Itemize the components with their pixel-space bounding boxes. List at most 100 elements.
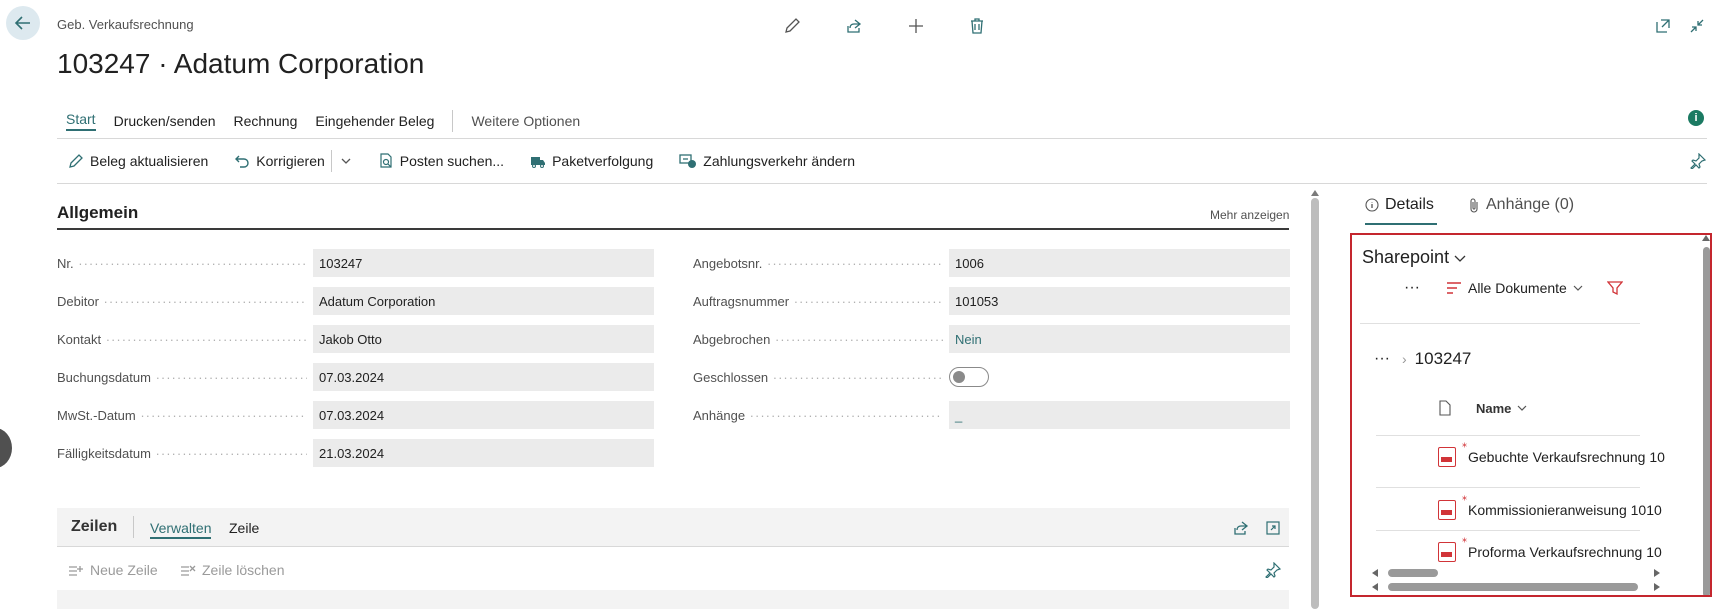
collapse-button[interactable]: [1685, 14, 1709, 38]
find-entries-button[interactable]: Posten suchen...: [378, 153, 504, 169]
pin-action-bar-button[interactable]: [1690, 152, 1707, 174]
factbox-active-indicator: [1365, 223, 1437, 225]
tab-invoice[interactable]: Rechnung: [234, 113, 298, 129]
field-quote-no-value[interactable]: 1006: [949, 249, 1290, 277]
delete-line-button[interactable]: Zeile löschen: [180, 562, 285, 578]
field-attachments-value[interactable]: _: [949, 401, 1290, 429]
field-label: Kontakt: [57, 332, 307, 347]
field-label: MwSt.-Datum: [57, 408, 307, 423]
toolbar-divider: [1360, 323, 1640, 324]
delete-line-icon: [181, 565, 196, 576]
file-type-icon: [1439, 400, 1451, 416]
lines-header-divider: [57, 546, 1289, 547]
open-new-window-button[interactable]: [1651, 14, 1675, 38]
field-label: Abgebrochen: [693, 332, 943, 347]
action-bar: Beleg aktualisieren Korrigieren Posten s…: [68, 150, 881, 172]
side-panel-toggle[interactable]: [0, 428, 12, 468]
field-closed: Geschlossen: [693, 363, 943, 391]
field-customer: Debitor: [57, 287, 307, 315]
new-button[interactable]: [904, 14, 928, 38]
field-order-no: Auftragsnummer: [693, 287, 943, 315]
sharepoint-title[interactable]: Sharepoint: [1362, 247, 1467, 268]
outer-h-scrollbar[interactable]: [1388, 583, 1638, 591]
main-scrollbar[interactable]: [1311, 198, 1319, 609]
field-contact-value[interactable]: Jakob Otto: [313, 325, 654, 353]
package-tracking-label: Paketverfolgung: [552, 153, 654, 169]
new-line-button[interactable]: Neue Zeile: [68, 562, 158, 578]
breadcrumb: Geb. Verkaufsrechnung: [57, 17, 194, 32]
inner-h-scrollbar[interactable]: [1388, 569, 1438, 577]
tab-start[interactable]: Start: [66, 111, 96, 131]
filter-icon[interactable]: [1606, 280, 1623, 296]
folder-more-icon[interactable]: ···: [1374, 350, 1390, 368]
view-selector-label: Alle Dokumente: [1467, 280, 1567, 296]
field-no-value[interactable]: 103247: [313, 249, 654, 277]
view-selector[interactable]: Alle Dokumente: [1446, 280, 1583, 296]
correct-dropdown-button[interactable]: [340, 155, 352, 167]
share-button[interactable]: [842, 14, 866, 38]
sharepoint-toolbar: ··· Alle Dokumente: [1404, 279, 1710, 297]
chevron-down-icon: [341, 158, 351, 164]
undo-icon: [235, 155, 249, 168]
file-row[interactable]: ⁎ Proforma Verkaufsrechnung 10: [1438, 534, 1710, 562]
lines-divider: [133, 516, 134, 538]
page-title: 103247 · Adatum Corporation: [57, 48, 425, 79]
sharepoint-v-scrollbar[interactable]: [1703, 247, 1710, 595]
field-customer-value[interactable]: Adatum Corporation: [313, 287, 654, 315]
pdf-file-icon: [1438, 500, 1456, 520]
field-posting-date-value[interactable]: 07.03.2024: [313, 363, 654, 391]
tab-line[interactable]: Zeile: [229, 520, 259, 536]
info-icon[interactable]: i: [1688, 110, 1704, 126]
pin-lines-button[interactable]: [1265, 561, 1282, 583]
closed-toggle[interactable]: [949, 367, 989, 387]
new-file-indicator: ⁎: [1462, 534, 1467, 545]
column-header: Name: [1438, 400, 1710, 416]
update-document-button[interactable]: Beleg aktualisieren: [68, 153, 208, 169]
correct-button[interactable]: Korrigieren: [234, 153, 325, 169]
pencil-icon: [69, 154, 83, 168]
factbox-tab-attachments[interactable]: Anhänge (0): [1468, 196, 1574, 214]
factbox-tab-details-label: Details: [1385, 196, 1434, 213]
file-row[interactable]: ⁎ Gebuchte Verkaufsrechnung 10: [1438, 439, 1710, 467]
more-options-icon[interactable]: ···: [1404, 279, 1420, 297]
tab-incoming-document[interactable]: Eingehender Beleg: [315, 113, 434, 129]
section-title-general: Allgemein: [57, 203, 139, 222]
edit-button[interactable]: [780, 14, 804, 38]
scroll-right-arrow[interactable]: [1654, 569, 1660, 577]
paperclip-icon: [1470, 198, 1478, 213]
field-order-no-value[interactable]: 101053: [949, 287, 1290, 315]
lines-expand-button[interactable]: [1265, 520, 1281, 541]
lines-share-button[interactable]: [1233, 520, 1249, 541]
file-row[interactable]: ⁎ Kommissionieranweisung 1010: [1438, 492, 1710, 520]
chevron-down-icon: [1573, 285, 1583, 291]
scroll-up-arrow[interactable]: [1311, 190, 1319, 196]
scroll-up-arrow[interactable]: [1702, 235, 1710, 241]
open-in-new-icon: [1656, 19, 1670, 33]
lines-grid-header: [57, 590, 1289, 609]
scroll-right-arrow[interactable]: [1654, 583, 1660, 591]
field-label: Buchungsdatum: [57, 370, 307, 385]
trash-icon: [971, 18, 983, 34]
field-due-date-value[interactable]: 21.03.2024: [313, 439, 654, 467]
show-more-link[interactable]: Mehr anzeigen: [1210, 208, 1289, 222]
folder-name[interactable]: 103247: [1415, 349, 1472, 369]
column-name-header[interactable]: Name: [1476, 401, 1511, 416]
tab-more-options[interactable]: Weitere Optionen: [471, 113, 580, 129]
factbox-tab-details[interactable]: Details: [1365, 196, 1434, 214]
field-cancelled-value[interactable]: Nein: [949, 325, 1290, 353]
row-divider: [1376, 530, 1640, 531]
section-underline: [57, 228, 1289, 230]
field-vat-date-value[interactable]: 07.03.2024: [313, 401, 654, 429]
tab-manage[interactable]: Verwalten: [150, 520, 212, 539]
scroll-left-arrow[interactable]: [1372, 569, 1378, 577]
change-payment-button[interactable]: Zahlungsverkehr ändern: [679, 153, 855, 169]
folder-breadcrumb: ··· › 103247: [1374, 349, 1694, 369]
package-tracking-button[interactable]: Paketverfolgung: [530, 153, 653, 169]
new-line-icon: [69, 566, 83, 576]
action-divider: [330, 150, 332, 172]
field-label: Nr.: [57, 256, 307, 271]
delete-button[interactable]: [965, 14, 989, 38]
back-button[interactable]: [6, 6, 40, 40]
tab-print-send[interactable]: Drucken/senden: [114, 113, 216, 129]
scroll-left-arrow[interactable]: [1372, 583, 1378, 591]
